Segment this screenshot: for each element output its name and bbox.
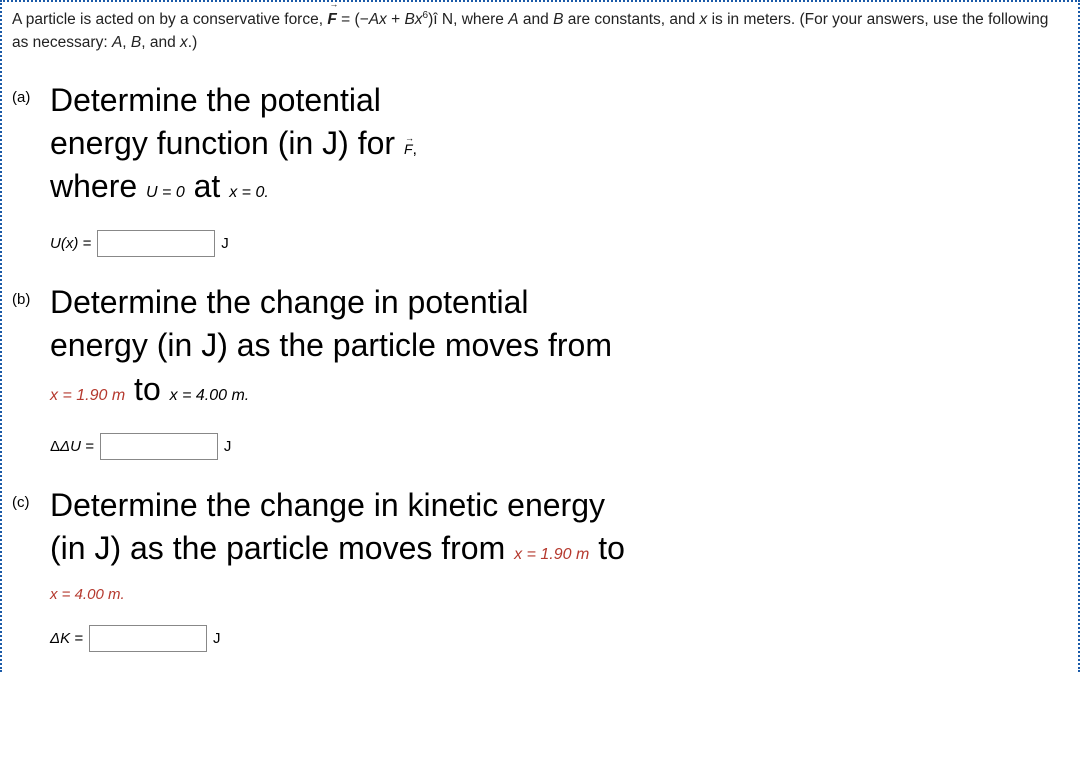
intro-text: Bx — [404, 11, 422, 28]
x-zero-condition: x = 0. — [229, 184, 269, 201]
answer-lhs: ΔΔU = — [50, 438, 94, 455]
prompt-text: to — [125, 371, 169, 407]
intro-text: x — [180, 34, 188, 51]
intro-text: , and — [141, 34, 180, 51]
part-b-prompt: Determine the change in potential energy… — [50, 281, 1068, 411]
x-to-line: x = 4.00 m. — [50, 586, 1068, 603]
answer-unit: J — [224, 438, 232, 455]
prompt-text: (in J) as the particle moves from — [50, 530, 514, 566]
answer-unit: J — [221, 235, 229, 252]
intro-text: + — [387, 11, 405, 28]
part-a-body: Determine the potential energy function … — [50, 79, 1068, 268]
problem-intro: A particle is acted on by a conservative… — [2, 2, 1078, 61]
part-b: (b) Determine the change in potential en… — [12, 281, 1068, 470]
prompt-text: to — [589, 530, 625, 566]
part-c-answer: ΔK = J — [50, 625, 1068, 652]
part-c-body: Determine the change in kinetic energy (… — [50, 484, 1068, 662]
part-c-input[interactable] — [89, 625, 207, 652]
prompt-text: energy (in J) as the particle moves from — [50, 327, 612, 363]
intro-text: and — [519, 11, 553, 28]
part-c-prompt: Determine the change in kinetic energy (… — [50, 484, 1068, 570]
intro-text: A — [508, 11, 518, 28]
part-a-label: (a) — [12, 79, 50, 106]
part-b-body: Determine the change in potential energy… — [50, 281, 1068, 470]
prompt-text: Determine the change in kinetic energy — [50, 487, 605, 523]
answer-unit: J — [213, 630, 221, 647]
x-to-value: x = 4.00 m. — [50, 586, 125, 603]
prompt-text: where — [50, 168, 146, 204]
prompt-text: Determine the potential — [50, 82, 381, 118]
answer-lhs: ΔK = — [50, 630, 83, 647]
part-b-input[interactable] — [100, 433, 218, 460]
problem-container: A particle is acted on by a conservative… — [0, 0, 1080, 672]
intro-text: î N, where — [433, 11, 508, 28]
prompt-text: at — [185, 168, 229, 204]
force-vector-symbol: F — [327, 8, 336, 31]
intro-text: B — [131, 34, 141, 51]
u-zero-condition: U = 0 — [146, 184, 185, 201]
answer-lhs: U(x) = — [50, 235, 91, 252]
part-c-label: (c) — [12, 484, 50, 511]
intro-text: = (− — [337, 11, 369, 28]
prompt-text: energy function (in J) for — [50, 125, 404, 161]
part-a: (a) Determine the potential energy funct… — [12, 79, 1068, 268]
intro-text: , — [122, 34, 131, 51]
intro-text: .) — [188, 34, 197, 51]
x-from-value: x = 1.90 m — [50, 387, 125, 404]
intro-text: A particle is acted on by a conservative… — [12, 11, 327, 28]
intro-text: B — [553, 11, 563, 28]
parts-container: (a) Determine the potential energy funct… — [2, 61, 1078, 673]
intro-text: A — [112, 34, 122, 51]
intro-text: Ax — [369, 11, 387, 28]
part-a-answer: U(x) = J — [50, 230, 1068, 257]
force-vector-small: F — [404, 141, 413, 157]
x-from-value: x = 1.90 m — [514, 546, 589, 563]
prompt-text: Determine the change in potential — [50, 284, 529, 320]
part-b-label: (b) — [12, 281, 50, 308]
x-to-value: x = 4.00 m. — [170, 387, 250, 404]
part-b-answer: ΔΔU = J — [50, 433, 1068, 460]
part-a-input[interactable] — [97, 230, 215, 257]
part-a-prompt: Determine the potential energy function … — [50, 79, 1068, 209]
intro-text: are constants, and — [563, 11, 699, 28]
part-c: (c) Determine the change in kinetic ener… — [12, 484, 1068, 662]
